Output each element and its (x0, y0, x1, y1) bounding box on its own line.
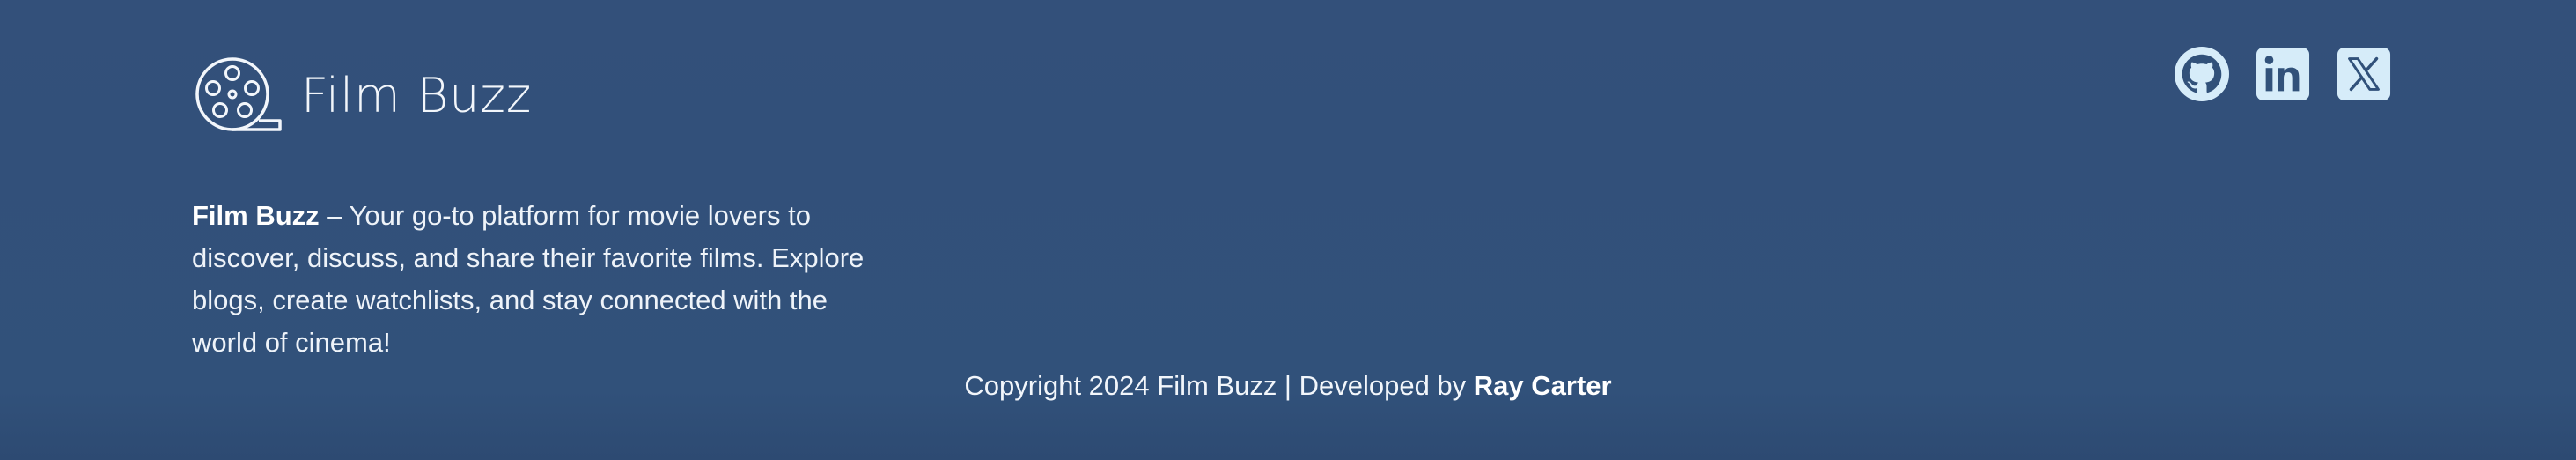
about-text: Film Buzz – Your go-to platform for movi… (192, 195, 879, 364)
about-brand-name: Film Buzz (192, 200, 320, 231)
github-icon[interactable] (2175, 47, 2229, 101)
developer-name: Ray Carter (1473, 370, 1612, 401)
x-twitter-icon[interactable] (2337, 47, 2391, 101)
site-footer: Film Buzz Film Buzz – Your go-to platfor… (0, 0, 2576, 460)
footer-brand[interactable]: Film Buzz (194, 55, 532, 137)
brand-name: Film Buzz (301, 68, 533, 123)
copyright-prefix: Copyright 2024 Film Buzz | Developed by (964, 370, 1474, 401)
copyright-text: Copyright 2024 Film Buzz | Developed by … (0, 368, 2576, 404)
linkedin-icon[interactable] (2256, 47, 2310, 101)
film-reel-icon (195, 57, 282, 131)
social-links (2175, 47, 2391, 101)
